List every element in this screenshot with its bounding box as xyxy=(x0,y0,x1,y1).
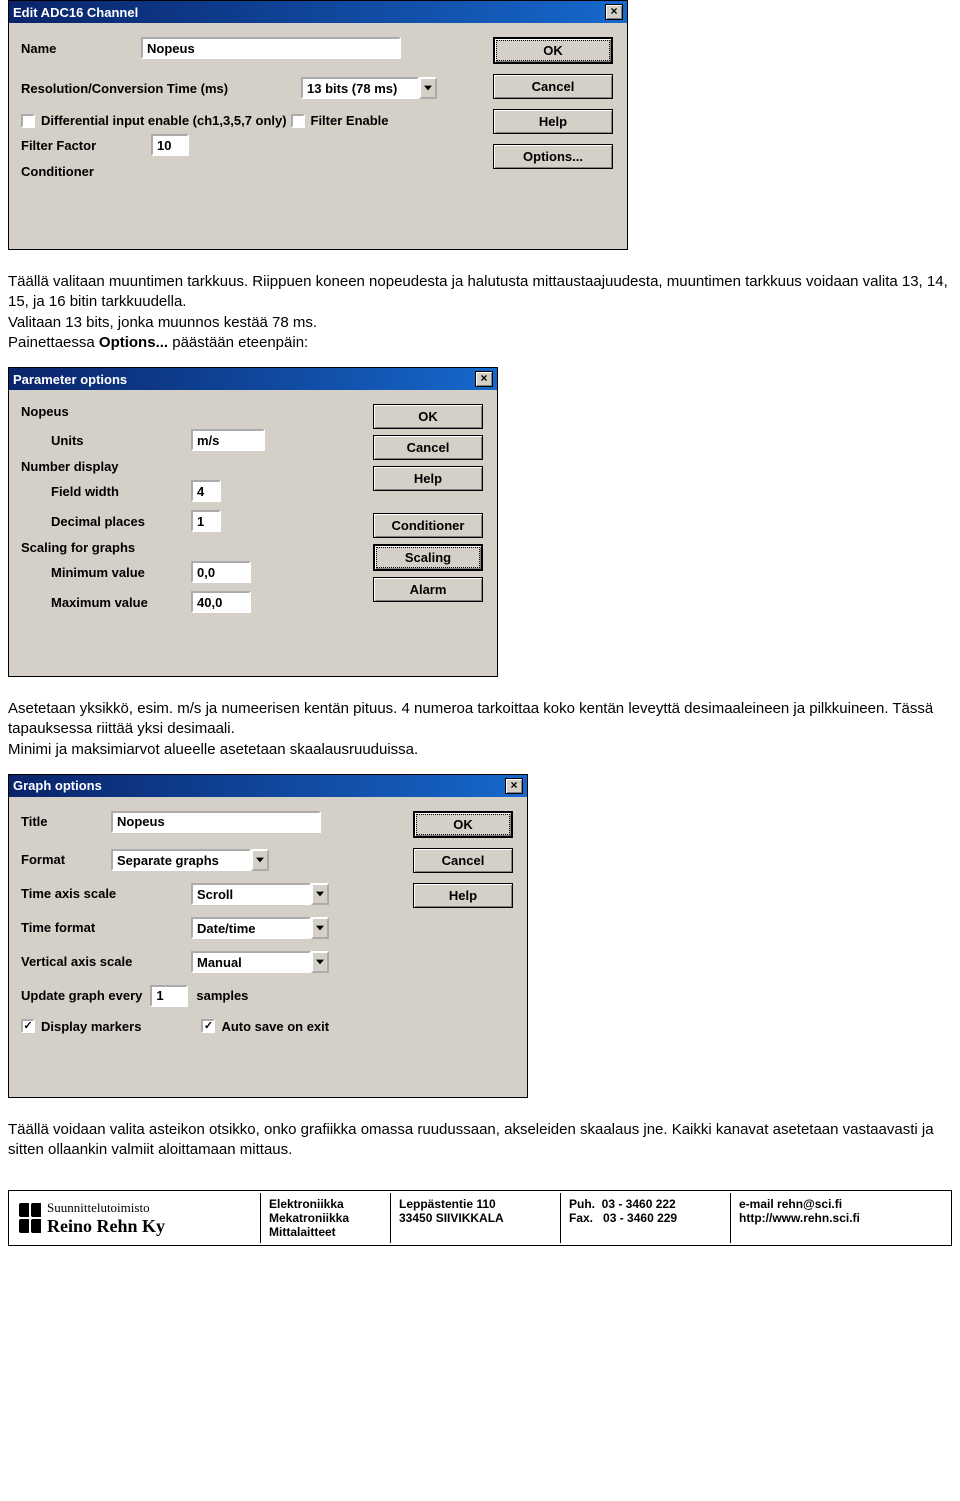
filter-factor-input[interactable] xyxy=(151,134,189,156)
para1-tail: päästään eteenpäin: xyxy=(168,334,308,351)
field-width-label: Field width xyxy=(51,484,181,499)
phone-label: Puh. xyxy=(569,1197,595,1211)
filter-enable-label: Filter Enable xyxy=(311,113,389,128)
close-icon[interactable]: × xyxy=(505,778,523,794)
dialog-title: Edit ADC16 Channel xyxy=(13,5,138,20)
format-value: Separate graphs xyxy=(111,849,251,871)
title-input[interactable] xyxy=(111,811,321,833)
url-value: http://www.rehn.sci.fi xyxy=(739,1211,860,1225)
help-button[interactable]: Help xyxy=(373,466,483,491)
cancel-button[interactable]: Cancel xyxy=(373,435,483,460)
decimal-places-input[interactable] xyxy=(191,510,221,532)
ok-button[interactable]: OK xyxy=(373,404,483,429)
footer-col2b: Mekatroniikka xyxy=(269,1211,382,1225)
resolution-label: Resolution/Conversion Time (ms) xyxy=(21,81,301,96)
company-line1: Suunnittelutoimisto xyxy=(47,1200,165,1216)
logo-icon xyxy=(19,1203,41,1233)
display-markers-label: Display markers xyxy=(41,1019,141,1034)
vertical-axis-label: Vertical axis scale xyxy=(21,954,191,969)
footer-col2c: Mittalaitteet xyxy=(269,1225,382,1239)
parameter-options-dialog: Parameter options × Nopeus Units Number … xyxy=(8,367,498,677)
vertical-axis-dropdown[interactable]: Manual xyxy=(191,951,329,973)
chevron-down-icon[interactable] xyxy=(251,849,269,871)
chevron-down-icon[interactable] xyxy=(311,951,329,973)
time-format-value: Date/time xyxy=(191,917,311,939)
close-icon[interactable]: × xyxy=(605,4,623,20)
display-markers-checkbox[interactable]: ✓ Display markers xyxy=(21,1019,141,1034)
format-dropdown[interactable]: Separate graphs xyxy=(111,849,269,871)
paragraph-2: Asetetaan yksikkö, esim. m/s ja numeeris… xyxy=(8,699,952,760)
max-value-input[interactable] xyxy=(191,591,251,613)
graph-options-dialog: Graph options × Title Format Separate gr… xyxy=(8,774,528,1098)
min-value-label: Minimum value xyxy=(51,565,181,580)
decimal-places-label: Decimal places xyxy=(51,514,181,529)
cancel-button[interactable]: Cancel xyxy=(413,848,513,873)
para1-bold: Options... xyxy=(99,334,168,351)
filter-factor-label: Filter Factor xyxy=(21,138,151,153)
footer: Suunnittelutoimisto Reino Rehn Ky Elektr… xyxy=(8,1190,952,1246)
chevron-down-icon[interactable] xyxy=(419,77,437,99)
chevron-down-icon[interactable] xyxy=(311,883,329,905)
resolution-value: 13 bits (78 ms) xyxy=(301,77,419,99)
chevron-down-icon[interactable] xyxy=(311,917,329,939)
footer-addr2: 33450 SIIVIKKALA xyxy=(399,1211,552,1225)
company-line2: Reino Rehn Ky xyxy=(47,1216,165,1237)
time-axis-value: Scroll xyxy=(191,883,311,905)
paragraph-1: Täällä valitaan muuntimen tarkkuus. Riip… xyxy=(8,272,952,353)
cancel-button[interactable]: Cancel xyxy=(493,74,613,99)
update-label-pre: Update graph every xyxy=(21,988,142,1003)
dialog-titlebar: Edit ADC16 Channel × xyxy=(9,1,627,23)
dialog-title: Graph options xyxy=(13,778,102,793)
dialog-titlebar: Graph options × xyxy=(9,775,527,797)
update-label-post: samples xyxy=(196,988,248,1003)
checkbox-icon[interactable] xyxy=(291,114,305,128)
options-button[interactable]: Options... xyxy=(493,144,613,169)
update-samples-input[interactable] xyxy=(150,985,188,1007)
checkbox-checked-icon[interactable]: ✓ xyxy=(21,1019,35,1033)
time-axis-dropdown[interactable]: Scroll xyxy=(191,883,329,905)
time-format-label: Time format xyxy=(21,920,191,935)
format-label: Format xyxy=(21,852,111,867)
fax-value: 03 - 3460 229 xyxy=(603,1211,677,1225)
ok-button[interactable]: OK xyxy=(413,811,513,838)
checkbox-checked-icon[interactable]: ✓ xyxy=(201,1019,215,1033)
resolution-dropdown[interactable]: 13 bits (78 ms) xyxy=(301,77,437,99)
alarm-button[interactable]: Alarm xyxy=(373,577,483,602)
paragraph-3: Täällä voidaan valita asteikon otsikko, … xyxy=(8,1120,952,1161)
dialog-title: Parameter options xyxy=(13,372,127,387)
conditioner-label: Conditioner xyxy=(21,164,94,179)
name-label: Name xyxy=(21,41,141,56)
diff-input-label: Differential input enable (ch1,3,5,7 onl… xyxy=(41,113,287,128)
ok-button[interactable]: OK xyxy=(493,37,613,64)
phone-value: 03 - 3460 222 xyxy=(602,1197,676,1211)
title-label: Title xyxy=(21,814,111,829)
checkbox-icon[interactable] xyxy=(21,114,35,128)
help-button[interactable]: Help xyxy=(413,883,513,908)
auto-save-label: Auto save on exit xyxy=(221,1019,329,1034)
field-width-input[interactable] xyxy=(191,480,221,502)
time-format-dropdown[interactable]: Date/time xyxy=(191,917,329,939)
conditioner-button[interactable]: Conditioner xyxy=(373,513,483,538)
min-value-input[interactable] xyxy=(191,561,251,583)
fax-label: Fax. xyxy=(569,1211,593,1225)
help-button[interactable]: Help xyxy=(493,109,613,134)
email-label: e-mail xyxy=(739,1197,774,1211)
footer-addr1: Leppästentie 110 xyxy=(399,1197,552,1211)
email-value: rehn@sci.fi xyxy=(777,1197,842,1211)
edit-adc16-dialog: Edit ADC16 Channel × Name Resolution/Con… xyxy=(8,0,628,250)
auto-save-checkbox[interactable]: ✓ Auto save on exit xyxy=(201,1019,329,1034)
diff-input-checkbox[interactable]: Differential input enable (ch1,3,5,7 onl… xyxy=(21,113,287,128)
units-input[interactable] xyxy=(191,429,265,451)
footer-col2a: Elektroniikka xyxy=(269,1197,382,1211)
filter-enable-checkbox[interactable]: Filter Enable xyxy=(291,113,389,128)
scaling-button[interactable]: Scaling xyxy=(373,544,483,571)
vertical-axis-value: Manual xyxy=(191,951,311,973)
dialog-titlebar: Parameter options × xyxy=(9,368,497,390)
name-input[interactable] xyxy=(141,37,401,59)
max-value-label: Maximum value xyxy=(51,595,181,610)
units-label: Units xyxy=(51,433,111,448)
close-icon[interactable]: × xyxy=(475,371,493,387)
time-axis-label: Time axis scale xyxy=(21,886,191,901)
